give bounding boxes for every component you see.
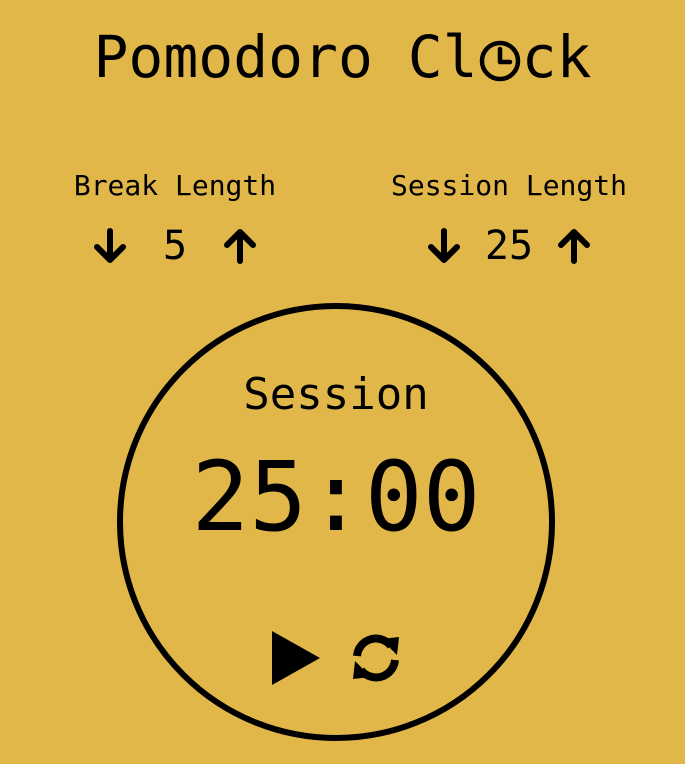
play-icon [272,631,320,685]
break-decrement-button[interactable] [88,224,132,268]
timer-label: Session [243,369,429,420]
refresh-icon [353,634,399,682]
app-title: Pomodoro Cl ck [0,22,685,92]
app-title-suffix: ck [521,23,592,91]
arrow-down-icon [94,228,126,263]
session-length-controls: 25 [359,224,659,268]
timer-controls [123,627,549,689]
session-increment-button[interactable] [552,224,596,268]
app-title-prefix: Pomodoro Cl [93,23,478,91]
timer-dial: Session 25:00 [117,303,555,741]
arrow-up-icon [224,229,256,264]
session-decrement-button[interactable] [422,224,466,268]
break-length-controls: 5 [25,224,325,268]
time-left-display: 25:00 [191,441,481,553]
break-length-panel: Break Length 5 [25,168,325,268]
reset-button[interactable] [347,627,405,689]
pomodoro-app: Pomodoro Cl ck Break Length 5 Session Len… [0,0,685,764]
break-length-value: 5 [162,223,188,269]
session-length-value: 25 [484,223,534,269]
break-length-label: Break Length [73,169,277,202]
arrow-down-icon [428,228,460,263]
arrow-up-icon [558,229,590,264]
session-length-panel: Session Length 25 [359,168,659,268]
start-stop-button[interactable] [267,627,325,689]
clock-icon [478,22,522,92]
session-length-label: Session Length [390,169,627,202]
break-increment-button[interactable] [218,224,262,268]
